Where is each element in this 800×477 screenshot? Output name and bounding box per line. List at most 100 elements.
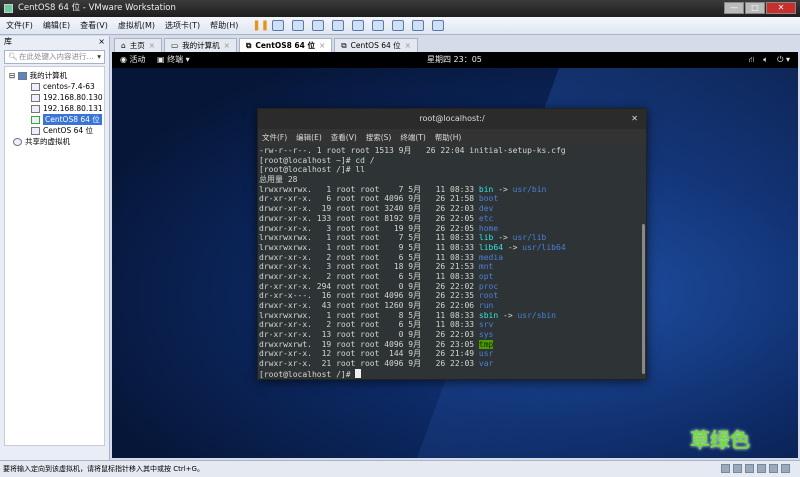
activities-button[interactable]: ◉ 活动	[120, 52, 146, 68]
power-icon[interactable]: ⏻ ▾	[777, 52, 790, 68]
fullscreen-icon[interactable]	[392, 20, 405, 31]
revert-snapshot-icon[interactable]	[312, 20, 325, 31]
line-text: lrwxrwxrwx. 1 root root 9 5月 11 08:33	[259, 242, 479, 252]
file-name: root	[478, 291, 499, 301]
terminal-line: drwxr-xr-x. 2 root root 6 5月 11 08:33 sr…	[259, 320, 646, 330]
terminal-line: drwxr-xr-x. 3 root root 19 9月 26 22:05 h…	[259, 224, 646, 234]
symlink-arrow: ->	[503, 242, 523, 252]
terminal-line: drwxr-xr-x. 3 root root 18 9月 26 21:53 m…	[259, 262, 646, 272]
menu-edit[interactable]: 编辑(E)	[43, 20, 70, 31]
menu-vm[interactable]: 虚拟机(M)	[118, 20, 155, 31]
file-name: var	[478, 359, 494, 369]
library-close-icon[interactable]: ×	[98, 36, 105, 48]
thumbnail-icon[interactable]	[432, 20, 445, 31]
library-view-icon[interactable]	[352, 20, 365, 31]
network-icon[interactable]: ⛙	[749, 52, 755, 68]
tab-close-icon[interactable]: ×	[224, 39, 230, 52]
tree-vm[interactable]: CentOS 64 位	[5, 125, 104, 136]
terminal-menu-edit[interactable]: 编辑(E)	[296, 129, 322, 146]
line-text: lrwxrwxrwx. 1 root root 7 5月 11 08:33	[259, 184, 479, 194]
menu-tabs[interactable]: 选项卡(T)	[165, 20, 200, 31]
message-icon[interactable]	[781, 464, 790, 473]
terminal-line: drwxr-xr-x. 21 root root 4096 9月 26 22:0…	[259, 359, 646, 369]
file-name: sys	[478, 330, 494, 340]
display-icon[interactable]	[769, 464, 778, 473]
tab-close-icon[interactable]: ×	[405, 39, 411, 52]
vm-icon	[31, 82, 40, 91]
terminal-line: drwxr-xr-x. 2 root root 6 5月 11 08:33 op…	[259, 272, 646, 282]
tree-shared-vms[interactable]: 共享的虚拟机	[5, 136, 104, 147]
file-name: usr	[478, 349, 494, 359]
chevron-down-icon[interactable]: ▾	[97, 51, 101, 63]
network-adapter-icon[interactable]	[733, 464, 742, 473]
terminal-menu-help[interactable]: 帮助(H)	[435, 129, 462, 146]
tab-close-icon[interactable]: ×	[149, 39, 155, 52]
unity-icon[interactable]	[412, 20, 425, 31]
menu-help[interactable]: 帮助(H)	[210, 20, 238, 31]
snapshot-icon[interactable]	[292, 20, 305, 31]
tab-close-icon[interactable]: ×	[319, 39, 325, 52]
tab-home[interactable]: ⌂ 主页 ×	[114, 38, 163, 52]
console-view-icon[interactable]	[372, 20, 385, 31]
clock[interactable]: 星期四 23：05	[427, 52, 482, 68]
terminal-menu-file[interactable]: 文件(F)	[262, 129, 287, 146]
file-name: sbin	[478, 310, 499, 320]
terminal-line: [root@localhost /]# ll	[259, 165, 646, 175]
vmware-icon	[4, 4, 13, 13]
window-titlebar: CentOS8 64 位 - VMware Workstation — □ ✕	[0, 0, 800, 17]
terminal-line: lrwxrwxrwx. 1 root root 9 5月 11 08:33 li…	[259, 243, 646, 253]
line-text: dr-xr-xr-x. 13 root root 0 9月 26 22:03	[259, 330, 479, 340]
menu-view[interactable]: 查看(V)	[80, 20, 108, 31]
tree-vm-selected[interactable]: CentOS8 64 位	[5, 114, 104, 125]
line-text: [root@localhost /]# ll	[259, 165, 365, 175]
menu-bar: 文件(F) 编辑(E) 查看(V) 虚拟机(M) 选项卡(T) 帮助(H) ❚❚	[0, 17, 800, 35]
snapshot-manager-icon[interactable]	[332, 20, 345, 31]
tree-my-computer[interactable]: ⊟ 我的计算机	[5, 70, 104, 81]
menu-file[interactable]: 文件(F)	[6, 20, 33, 31]
terminal-menu-view[interactable]: 查看(V)	[331, 129, 357, 146]
terminal-app-menu[interactable]: ▣ 终端 ▾	[157, 52, 190, 68]
pause-icon[interactable]: ❚❚	[252, 20, 269, 31]
sound-icon[interactable]	[757, 464, 766, 473]
tab-centos[interactable]: ⧉ CentOS 64 位 ×	[334, 38, 418, 52]
tree-vm[interactable]: 192.168.80.131	[5, 103, 104, 114]
line-text: dr-xr-xr-x. 6 root root 4096 9月 26 21:58	[259, 194, 479, 204]
library-search-input[interactable]: 🔍︎ 在此处键入内容进行... ▾	[4, 50, 105, 64]
line-text: dr-xr-xr-x. 294 root root 0 9月 26 22:02	[259, 281, 479, 291]
line-text: lrwxrwxrwx. 1 root root 8 5月 11 08:33	[259, 310, 479, 320]
terminal-line: drwxr-xr-x. 19 root root 3240 9月 26 22:0…	[259, 204, 646, 214]
tree-vm[interactable]: 192.168.80.130	[5, 92, 104, 103]
terminal-line: lrwxrwxrwx. 1 root root 7 5月 11 08:33 li…	[259, 233, 646, 243]
library-title: 库	[4, 37, 12, 46]
terminal-close-icon[interactable]: ✕	[631, 109, 638, 129]
usb-icon[interactable]	[745, 464, 754, 473]
file-name: etc	[478, 213, 494, 223]
vm-icon	[31, 93, 40, 102]
line-text: drwxr-xr-x. 19 root root 3240 9月 26 22:0…	[259, 204, 479, 214]
terminal-menu-terminal[interactable]: 终端(T)	[400, 129, 425, 146]
file-name: bin	[478, 184, 494, 194]
tab-my-computer[interactable]: ▭ 我的计算机 ×	[164, 38, 237, 52]
gnome-top-bar: ◉ 活动 ▣ 终端 ▾ 星期四 23：05 ⛙ 🔈︎ ⏻ ▾	[112, 52, 798, 68]
vm-icon: ⧉	[245, 41, 252, 50]
terminal-scrollbar[interactable]	[642, 224, 645, 374]
terminal-cursor	[355, 368, 362, 378]
watermark: 草绿色	[690, 428, 750, 452]
hdd-icon[interactable]	[721, 464, 730, 473]
maximize-button[interactable]: □	[745, 2, 765, 14]
library-sidebar: 库 × 🔍︎ 在此处键入内容进行... ▾ ⊟ 我的计算机 centos-7.4-63…	[0, 36, 110, 460]
tab-centos8[interactable]: ⧉ CentOS8 64 位 ×	[238, 38, 333, 52]
vm-console[interactable]: ◉ 活动 ▣ 终端 ▾ 星期四 23：05 ⛙ 🔈︎ ⏻ ▾ root@localh…	[112, 52, 798, 458]
close-button[interactable]: ✕	[766, 2, 796, 14]
line-text: drwxr-xr-x. 133 root root 8192 9月 26 22:…	[259, 213, 479, 223]
file-name: tmp	[478, 339, 494, 349]
symlink-arrow: ->	[493, 184, 513, 194]
minimize-button[interactable]: —	[724, 2, 744, 14]
terminal-output[interactable]: -rw-r--r--. 1 root root 1513 9月 26 22:04…	[258, 146, 646, 381]
terminal-menu-search[interactable]: 搜索(S)	[366, 129, 392, 146]
file-name: srv	[478, 320, 494, 330]
send-ctrl-alt-del-icon[interactable]	[272, 20, 285, 31]
vm-icon	[31, 126, 40, 135]
volume-icon[interactable]: 🔈︎	[763, 52, 768, 68]
tree-vm[interactable]: centos-7.4-63	[5, 81, 104, 92]
